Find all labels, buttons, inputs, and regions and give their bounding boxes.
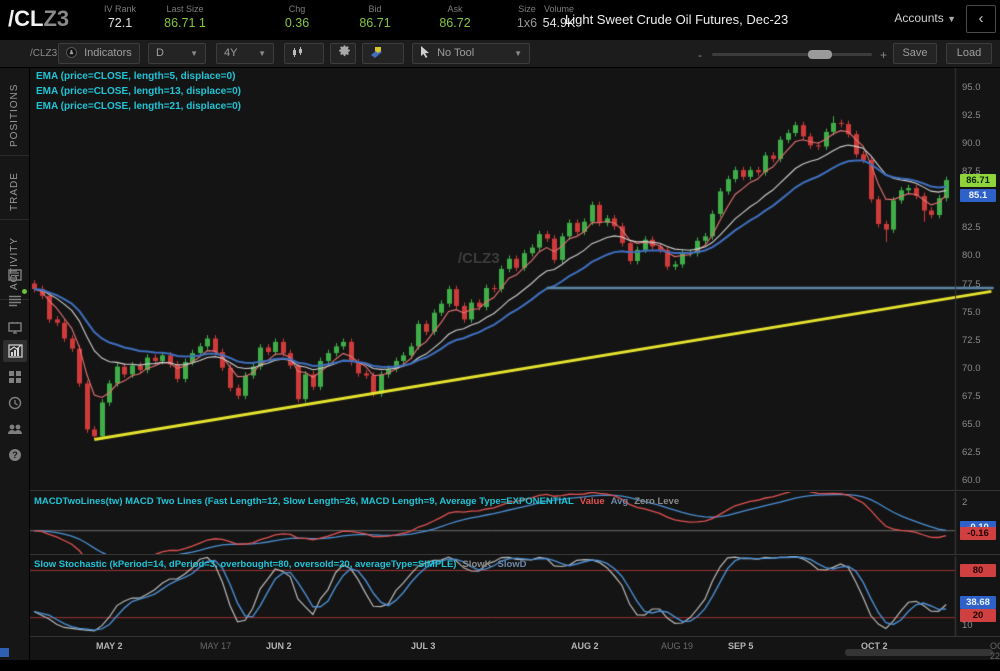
macd-value-legend: Value [580, 496, 605, 507]
drawing-tools-dropdown[interactable]: ▼ [362, 43, 404, 64]
macd-axis-tick: 2 [962, 497, 967, 508]
chevron-down-icon: ▼ [514, 44, 522, 63]
price-axis-tick: 70.0 [962, 363, 981, 374]
indicators-button[interactable]: Indicators [58, 43, 140, 64]
macd-zero-legend: Zero Leve [634, 496, 679, 507]
bottom-strip [0, 660, 1000, 671]
flask-icon [66, 46, 77, 65]
price-axis-tick: 72.5 [962, 335, 981, 346]
history-clock-icon[interactable] [3, 392, 27, 414]
chart-toolbar: /CLZ3 Indicators D▼ 4Y▼ ▼ ▼ No Tool▼ - +… [0, 40, 1000, 68]
chart-icon[interactable] [3, 340, 27, 362]
quote-field-last-size: Last Size86.71 1 [150, 4, 220, 30]
ema21-study-label[interactable]: EMA (price=CLOSE, length=21, displace=0) [36, 101, 241, 112]
chart-settings-button[interactable] [330, 43, 356, 64]
active-tool-dropdown[interactable]: No Tool▼ [412, 43, 530, 64]
left-sidebar: POSITIONS TRADE ACTIVITY ? [0, 68, 30, 671]
save-button[interactable]: Save [893, 43, 937, 64]
price-axis-tick: 92.5 [962, 110, 981, 121]
price-axis-tick: 77.5 [962, 279, 981, 290]
last-price-badge: 86.71 [960, 174, 996, 187]
collapse-panel-button[interactable]: ‹ [966, 5, 996, 33]
sidebar-tab-trade[interactable]: TRADE [0, 164, 29, 220]
zoom-in-button[interactable]: + [880, 48, 887, 62]
quote-field-bid: Bid86.71 [340, 4, 410, 30]
macd-study-label[interactable]: MACDTwoLines(tw) MACD Two Lines (Fast Le… [34, 496, 679, 507]
contract-description: Light Sweet Crude Oil Futures, Dec-23 [565, 12, 788, 27]
trading-app: /CLZ3 IV Rank72.1Last Size86.71 1 Chg0.36… [0, 0, 1000, 671]
symbol-title: /CLZ3 [8, 6, 69, 32]
price-axis-tick: 60.0 [962, 475, 981, 486]
quote-field-iv-rank: IV Rank72.1 [85, 4, 155, 30]
drawing-tools-icon [370, 46, 383, 65]
price-axis-tick: 65.0 [962, 419, 981, 430]
chevron-down-icon: ▼ [947, 14, 956, 24]
price-axis-tick: 80.0 [962, 250, 981, 261]
timeframe-dropdown[interactable]: D▼ [148, 43, 206, 64]
monitor-icon[interactable] [3, 316, 27, 338]
chevron-down-icon: ▼ [190, 44, 198, 63]
zoom-slider[interactable] [712, 53, 872, 56]
stoch-slowd-legend: SlowD [498, 559, 527, 570]
quote-field-chg: Chg0.36 [262, 4, 332, 30]
zoom-out-button[interactable]: - [698, 48, 702, 62]
price-axis-tick: 67.5 [962, 391, 981, 402]
symbol-watermark: /CLZ3 [458, 250, 500, 267]
chart-type-dropdown[interactable]: ▼ [284, 43, 324, 64]
symbol-suffix: Z3 [43, 6, 69, 31]
range-dropdown[interactable]: 4Y▼ [216, 43, 274, 64]
macd-value-badge: -0.16 [960, 527, 996, 540]
zoom-slider-thumb[interactable] [808, 50, 832, 59]
sidebar-tab-positions[interactable]: POSITIONS [0, 76, 29, 156]
price-axis-tick: 95.0 [962, 82, 981, 93]
time-axis-tick: MAY 2 [96, 641, 123, 651]
chevron-down-icon: ▼ [258, 44, 266, 63]
time-axis-tick: JUN 2 [266, 641, 292, 651]
axis-corner-handle[interactable] [0, 648, 9, 657]
ema5-study-label[interactable]: EMA (price=CLOSE, length=5, displace=0) [36, 71, 235, 82]
help-icon[interactable]: ? [3, 444, 27, 466]
cursor-icon [420, 46, 430, 65]
price-axis-tick: 62.5 [962, 447, 981, 458]
main-price-chart[interactable] [30, 68, 1000, 490]
stoch-overbought-badge: 80 [960, 564, 996, 577]
pane-divider[interactable] [30, 490, 1000, 491]
quote-field-ask: Ask86.72 [420, 4, 490, 30]
status-dot [22, 289, 27, 294]
svg-text:?: ? [12, 450, 18, 460]
accounts-dropdown[interactable]: Accounts ▼ [894, 11, 956, 25]
price-axis-tick: 75.0 [962, 307, 981, 318]
time-axis-tick: OCT 22 [990, 641, 1000, 661]
time-axis-tick: JUL 3 [411, 641, 435, 651]
macd-avg-legend: Avg [611, 496, 629, 507]
watchlist-icon[interactable] [3, 290, 27, 312]
grid-icon[interactable] [3, 366, 27, 388]
price-axis-tick: 82.5 [962, 222, 981, 233]
toolbar-symbol-input[interactable]: /CLZ3 [30, 48, 57, 59]
time-axis-tick: MAY 17 [200, 641, 231, 651]
stoch-slowk-legend: SlowK [462, 559, 491, 570]
time-axis-tick: AUG 19 [661, 641, 693, 651]
pane-divider[interactable] [30, 554, 1000, 555]
time-axis-tick: SEP 5 [728, 641, 753, 651]
news-icon[interactable] [3, 264, 27, 286]
time-axis[interactable]: MAY 2 MAY 17 JUN 2 JUL 3 AUG 2 AUG 19 SEP 5 OCT… [30, 637, 1000, 660]
ema-value-badge: 85.1 [960, 189, 996, 202]
community-icon[interactable] [3, 418, 27, 440]
time-axis-tick: AUG 2 [571, 641, 599, 651]
ema13-study-label[interactable]: EMA (price=CLOSE, length=13, displace=0) [36, 86, 241, 97]
load-button[interactable]: Load [946, 43, 992, 64]
price-axis-tick: 90.0 [962, 138, 981, 149]
stoch-axis-tick: 10 [962, 620, 973, 631]
quote-header: /CLZ3 IV Rank72.1Last Size86.71 1 Chg0.36… [0, 0, 1000, 40]
gear-icon [338, 48, 351, 60]
stochastic-study-label[interactable]: Slow Stochastic (kPeriod=14, dPeriod=3, … [34, 559, 527, 570]
time-axis-tick: OCT 2 [861, 641, 888, 651]
stoch-slowk-badge: 38.68 [960, 596, 996, 609]
candlestick-chart-icon [292, 46, 304, 65]
